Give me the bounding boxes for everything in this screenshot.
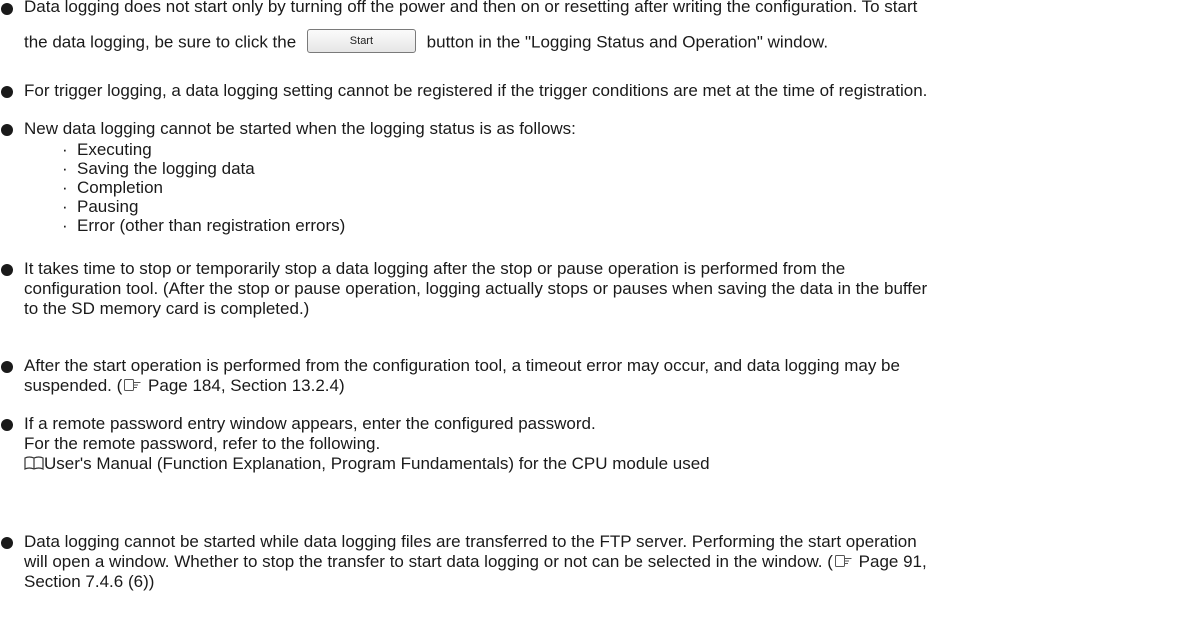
note-text: It takes time to stop or temporarily sto… (24, 259, 846, 278)
note-text: Section 7.4.6 (6)) (24, 572, 155, 591)
manual-reference: User's Manual (Function Explanation, Pro… (44, 454, 710, 473)
note-text: For the remote password, refer to the fo… (24, 434, 381, 453)
note-text: suspended. ( (24, 376, 123, 395)
note-text: Data logging does not start only by turn… (24, 0, 918, 16)
pointing-hand-icon (124, 378, 141, 391)
note-text: Data logging cannot be started while dat… (24, 532, 917, 551)
bullet-icon (1, 537, 13, 549)
open-book-icon (24, 455, 44, 470)
note-text: to the SD memory card is completed.) (24, 299, 310, 318)
list-item: · Completion (62, 178, 163, 197)
pointing-hand-icon (834, 554, 852, 567)
list-item: · Error (other than registration errors) (62, 216, 346, 235)
bullet-icon (1, 361, 13, 373)
note-text: For trigger logging, a data logging sett… (24, 81, 928, 100)
bullet-icon (1, 124, 13, 136)
note-text: button in the "Logging Status and Operat… (426, 32, 829, 52)
note-text: After the start operation is performed f… (24, 356, 900, 375)
list-item: · Saving the logging data (62, 159, 255, 178)
note-text: If a remote password entry window appear… (24, 414, 596, 433)
note-text: configuration tool. (After the stop or p… (24, 279, 928, 298)
list-item: · Pausing (62, 197, 139, 216)
note-text: will open a window. Whether to stop the … (24, 552, 833, 571)
bullet-icon (1, 3, 13, 15)
page-reference-link[interactable]: Page 184, Section 13.2.4) (148, 376, 345, 395)
note-text: the data logging, be sure to click the (24, 32, 297, 52)
page-reference-link[interactable]: Page 91, (859, 552, 927, 571)
note-text: New data logging cannot be started when … (24, 119, 576, 138)
list-item: · Executing (62, 140, 152, 159)
bullet-icon (1, 264, 13, 276)
bullet-icon (1, 419, 13, 431)
start-button[interactable]: Start (306, 29, 416, 53)
bullet-icon (1, 86, 13, 98)
